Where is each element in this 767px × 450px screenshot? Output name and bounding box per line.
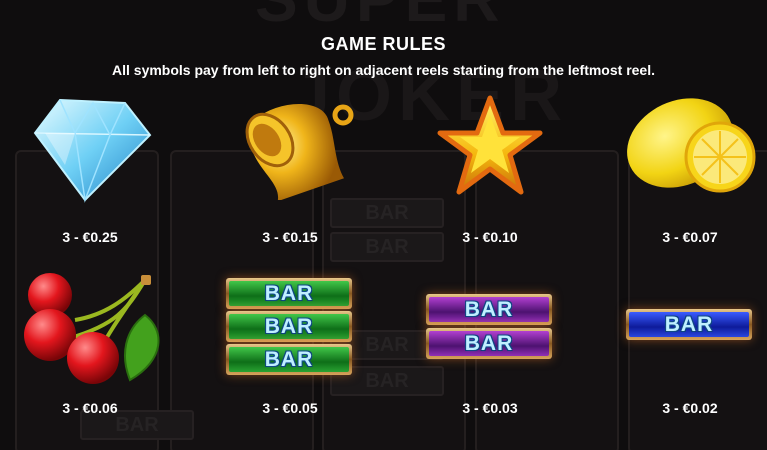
paytable-item-cherry: 3 - €0.06 — [5, 270, 175, 425]
lemon-icon — [627, 98, 756, 193]
bar-symbol: BAR — [226, 278, 352, 309]
payout-value: 3 - €0.06 — [62, 400, 118, 416]
paytable-item-diamond: 3 - €0.25 — [5, 95, 175, 255]
bar-symbol: BAR — [226, 311, 352, 342]
payout-value: 3 - €0.10 — [462, 229, 518, 245]
payout-value: 3 - €0.05 — [262, 400, 318, 416]
rules-header: GAME RULES All symbols pay from left to … — [0, 33, 767, 80]
bar-symbol: BAR — [626, 309, 752, 340]
star-icon — [437, 95, 543, 195]
payout-value: 3 - €0.02 — [662, 400, 718, 416]
rules-description: All symbols pay from left to right on ad… — [112, 62, 655, 78]
paytable-item-star: 3 - €0.10 — [405, 95, 575, 255]
bar-symbol: BAR — [226, 344, 352, 375]
paytable-item-lemon: 3 - €0.07 — [605, 95, 767, 255]
payout-value: 3 - €0.15 — [262, 229, 318, 245]
cherry-icon — [24, 273, 160, 384]
paytable-item-triple-bar: BAR BAR BAR 3 - €0.05 — [205, 270, 375, 425]
payout-value: 3 - €0.03 — [462, 400, 518, 416]
background-logo-top: SUPER — [255, 0, 506, 36]
paytable-item-bell: 3 - €0.15 — [205, 95, 375, 255]
diamond-icon — [33, 98, 152, 203]
paytable-item-single-bar: BAR 3 - €0.02 — [605, 270, 767, 425]
paytable-item-double-bar: BAR BAR 3 - €0.03 — [405, 270, 575, 425]
bar-symbol: BAR — [426, 328, 552, 359]
bar-symbol: BAR — [426, 294, 552, 325]
payout-value: 3 - €0.25 — [62, 229, 118, 245]
page-title: GAME RULES — [320, 34, 446, 54]
payout-value: 3 - €0.07 — [662, 229, 718, 245]
bell-icon — [245, 104, 354, 200]
